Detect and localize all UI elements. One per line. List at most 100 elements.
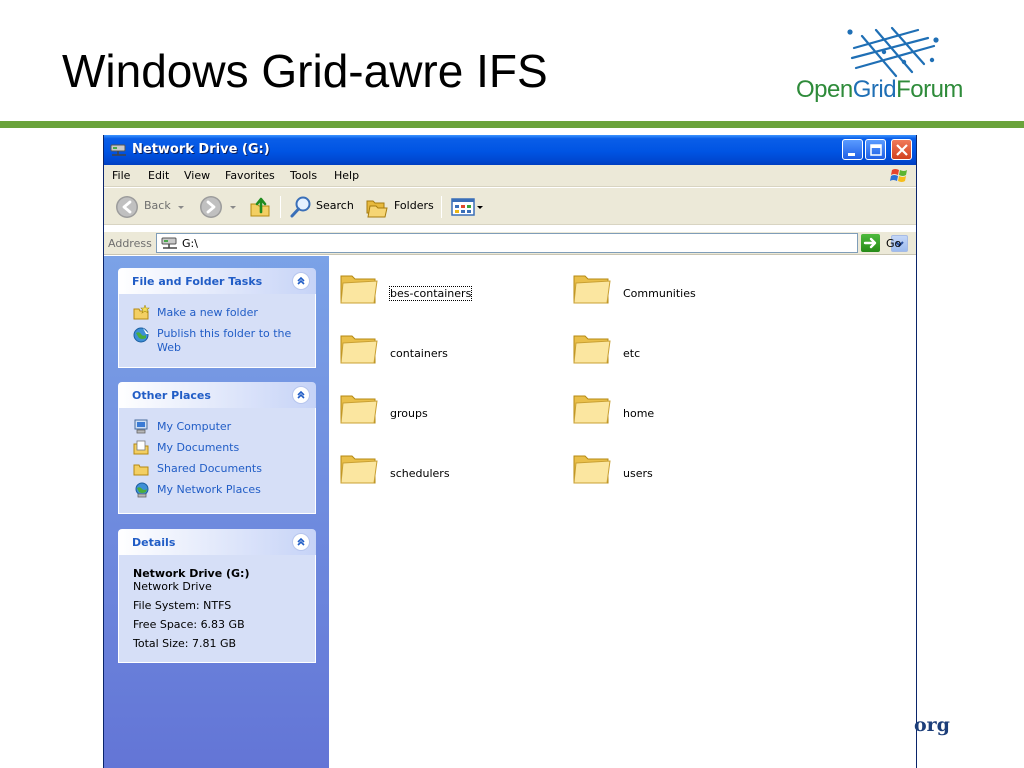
title-bar[interactable]: Network Drive (G:) [104,135,916,165]
collapse-button[interactable] [292,386,310,404]
go-button[interactable] [861,234,880,252]
menu-edit[interactable]: Edit [148,169,169,182]
panel-body: My Computer My Documents Shared Document… [118,408,316,514]
details-free-space: Free Space: 6.83 GB [133,618,245,631]
minimize-icon [848,153,855,156]
folder-label: schedulers [390,467,450,480]
panel-title: Other Places [132,389,211,402]
folder-item[interactable]: groups [339,388,559,438]
back-arrow-icon[interactable] [114,194,140,220]
address-label: Address [108,237,152,250]
address-bar: Address G:\ Go [104,232,916,255]
collapse-button[interactable] [292,272,310,290]
menu-favorites[interactable]: Favorites [225,169,275,182]
details-panel: Details Network Drive (G:) Network Drive… [118,529,316,663]
toolbar: Back Search Folders [104,188,916,225]
folder-icon [573,335,611,364]
folder-item[interactable]: bes-containers [339,268,559,318]
views-icon[interactable] [450,194,486,220]
folder-label: home [623,407,655,420]
maximize-button[interactable] [865,139,886,160]
back-dropdown-icon[interactable] [176,194,186,220]
folder-icon [340,395,378,424]
details-total-size: Total Size: 7.81 GB [133,637,237,650]
windows-flag-icon [890,169,907,182]
panel-header[interactable]: Details [118,529,316,555]
file-folder-tasks-panel: File and Folder Tasks Make a new folder … [118,268,316,368]
folder-icon [573,275,611,304]
forward-arrow-icon[interactable] [198,194,224,220]
folder-label: bes-containers [388,286,473,301]
details-type: Network Drive [133,580,212,593]
toolbar-separator [280,196,281,218]
forward-dropdown-icon[interactable] [228,194,238,220]
panel-title: Details [132,536,176,549]
task-pane: File and Folder Tasks Make a new folder … [104,256,329,768]
explorer-window: Network Drive (G:) File Edit View Favori… [103,135,917,768]
folder-icon [573,395,611,424]
folder-item[interactable]: etc [572,328,792,378]
grid-mesh-icon [847,26,939,78]
close-button[interactable] [891,139,912,160]
slide-title: Windows Grid-awre IFS [62,45,548,97]
panel-title: File and Folder Tasks [132,275,263,288]
folder-icon [340,455,378,484]
shared-documents-icon [133,464,149,476]
folder-item[interactable]: home [572,388,792,438]
folder-item[interactable]: users [572,448,792,498]
details-name: Network Drive (G:) [133,567,250,580]
menu-file[interactable]: File [112,169,130,182]
my-computer-icon [134,419,148,434]
new-folder-icon [133,305,150,320]
folder-label: etc [623,347,641,360]
folder-label: Communities [623,287,696,300]
publish-web-icon [133,327,149,343]
accent-bar [0,121,1024,128]
folder-view: bes-containers Communities containers et… [329,256,916,768]
minimize-button[interactable] [842,139,863,160]
details-file-system: File System: NTFS [133,599,232,612]
my-documents-icon [133,440,149,455]
window-title: Network Drive (G:) [132,142,270,157]
chevron-up-double-icon [297,390,305,399]
network-drive-icon [110,144,126,156]
other-places-panel: Other Places My Computer My Documents Sh… [118,382,316,514]
address-input[interactable]: G:\ [156,233,908,253]
folder-icon [573,455,611,484]
panel-body: Network Drive (G:) Network Drive File Sy… [118,555,316,663]
folder-label: users [623,467,653,480]
network-drive-icon [161,237,177,249]
back-button-label[interactable]: Back [144,199,171,212]
go-label[interactable]: Go [886,237,901,250]
folder-label: containers [390,347,448,360]
folder-icon [340,335,378,364]
go-arrow-icon [863,237,877,249]
opengridforum-logo: OpenGridForum [796,22,986,106]
menu-tools[interactable]: Tools [290,169,317,182]
toolbar-separator [441,196,442,218]
org-mark: org [914,714,950,736]
folders-icon[interactable] [364,194,390,220]
search-icon[interactable] [288,194,314,220]
network-places-icon [135,482,149,498]
folder-icon [340,275,378,304]
close-icon [896,144,908,156]
panel-header[interactable]: Other Places [118,382,316,408]
panel-header[interactable]: File and Folder Tasks [118,268,316,294]
slide: Windows Grid-awre IFS OpenGridForum Netw… [0,0,1024,768]
collapse-button[interactable] [292,533,310,551]
folder-item[interactable]: Communities [572,268,792,318]
menu-help[interactable]: Help [334,169,359,182]
folders-button-label[interactable]: Folders [394,199,434,212]
search-button-label[interactable]: Search [316,199,354,212]
folder-item[interactable]: containers [339,328,559,378]
chevron-up-double-icon [297,537,305,546]
up-folder-icon[interactable] [248,194,274,220]
folder-item[interactable]: schedulers [339,448,559,498]
address-value: G:\ [182,237,198,250]
logo-wordmark: OpenGridForum [796,76,963,103]
maximize-icon [870,144,882,156]
menu-view[interactable]: View [184,169,210,182]
folder-label: groups [390,407,428,420]
menu-bar: File Edit View Favorites Tools Help [104,165,916,187]
